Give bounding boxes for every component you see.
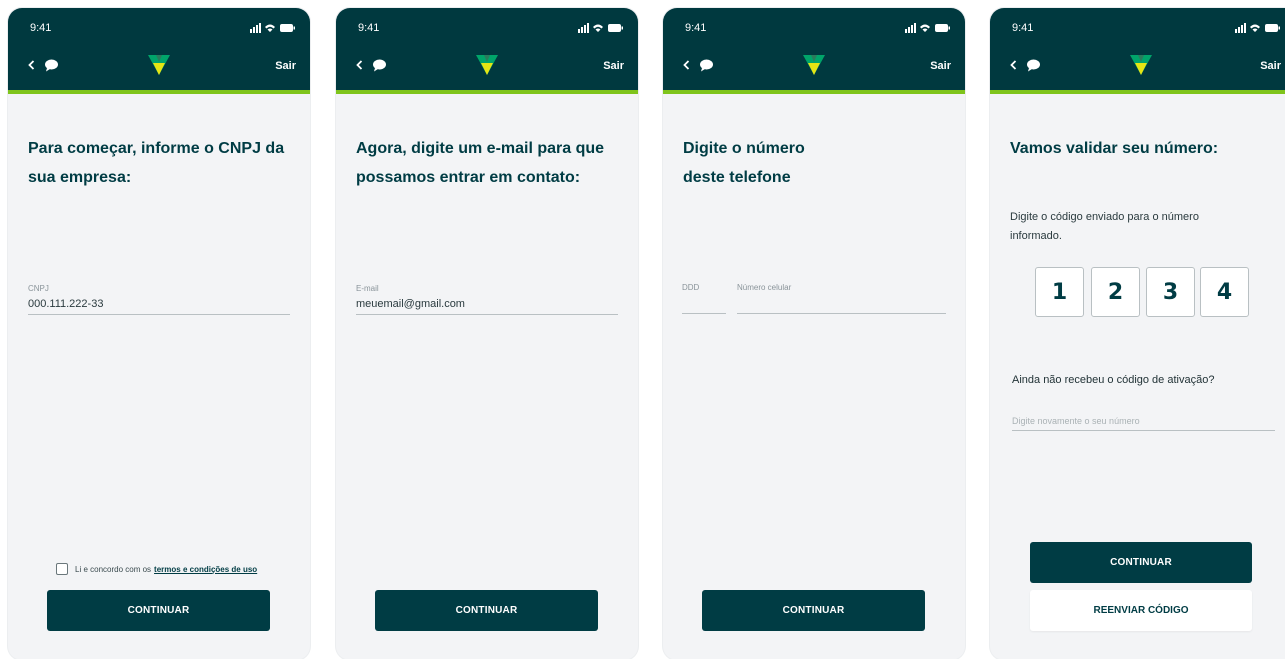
app-header: 9:41 Sair	[8, 8, 310, 90]
continue-button[interactable]: CONTINUAR	[47, 590, 270, 631]
resend-code-button[interactable]: REENVIAR CÓDIGO	[1030, 590, 1252, 631]
screen-cnpj: 9:41 Sair Para começar, informe o CNPJ d…	[8, 8, 310, 659]
continue-button[interactable]: CONTINUAR	[375, 590, 598, 631]
page-title-line2: deste telefone	[683, 169, 791, 186]
terms-text: Li e concordo com os	[75, 564, 152, 574]
logo-icon	[803, 55, 825, 75]
terms-checkbox[interactable]	[56, 563, 68, 575]
chat-bubble-icon[interactable]	[699, 59, 714, 72]
ddd-label: DDD	[682, 283, 700, 292]
status-time: 9:41	[1012, 22, 1034, 34]
screen-phone: 9:41 Sair Digite o número deste telefone…	[663, 8, 965, 659]
email-label: E-mail	[356, 284, 379, 293]
ddd-input[interactable]	[682, 313, 726, 314]
screen-validation: 9:41 Sair Vamos validar seu número: Digi…	[990, 8, 1285, 659]
cnpj-underline	[28, 314, 290, 315]
email-input[interactable]: meuemail@gmail.com	[356, 298, 465, 310]
terms-agreement: Li e concordo com os termos e condições …	[56, 563, 257, 575]
page-title: Digite o número deste telefone	[683, 134, 945, 192]
status-time: 9:41	[685, 22, 707, 34]
code-digit-box[interactable]: 3	[1146, 267, 1195, 317]
cnpj-input[interactable]: 000.111.222-33	[28, 298, 103, 310]
header-accent-bar	[990, 90, 1285, 94]
back-chevron-icon[interactable]	[1007, 58, 1021, 72]
app-header: 9:41 Sair	[663, 8, 965, 90]
status-icons	[1235, 23, 1280, 33]
resend-number-input[interactable]: Digite novamente o seu número	[1012, 416, 1140, 426]
terms-link[interactable]: termos e condições de uso	[154, 565, 257, 574]
logo-icon	[1130, 55, 1152, 75]
continue-button[interactable]: CONTINUAR	[702, 590, 925, 631]
page-title-line1: Digite o número	[683, 140, 805, 157]
resend-number-underline	[1012, 430, 1275, 431]
exit-button[interactable]: Sair	[275, 60, 296, 72]
status-time: 9:41	[358, 22, 380, 34]
status-time: 9:41	[30, 22, 52, 34]
code-instructions: Digite o código enviado para o número in…	[1010, 211, 1199, 242]
onboarding-screens: 9:41 Sair Para começar, informe o CNPJ d…	[0, 0, 1285, 659]
back-chevron-icon[interactable]	[353, 58, 367, 72]
chat-bubble-icon[interactable]	[372, 59, 387, 72]
logo-icon	[148, 55, 170, 75]
exit-button[interactable]: Sair	[930, 60, 951, 72]
status-icons	[905, 23, 950, 33]
header-accent-bar	[336, 90, 638, 94]
screen-email: 9:41 Sair Agora, digite um e-mail para q…	[336, 8, 638, 659]
app-header: 9:41 Sair	[336, 8, 638, 90]
email-underline	[356, 314, 618, 315]
status-icons	[578, 23, 623, 33]
page-title: Vamos validar seu número:	[1010, 140, 1219, 157]
code-digit-box[interactable]: 4	[1200, 267, 1249, 317]
header-accent-bar	[8, 90, 310, 94]
cnpj-label: CNPJ	[28, 284, 49, 293]
page-title: Agora, digite um e-mail para que possamo…	[356, 140, 605, 186]
phone-number-input[interactable]	[737, 313, 946, 314]
logo-icon	[476, 55, 498, 75]
exit-button[interactable]: Sair	[603, 60, 624, 72]
app-header: 9:41 Sair	[990, 8, 1285, 90]
exit-button[interactable]: Sair	[1260, 60, 1281, 72]
phone-number-label: Número celular	[737, 283, 792, 292]
code-digit-box[interactable]: 2	[1091, 267, 1140, 317]
chat-bubble-icon[interactable]	[44, 59, 59, 72]
back-chevron-icon[interactable]	[25, 58, 39, 72]
status-icons	[250, 23, 295, 33]
continue-button[interactable]: CONTINUAR	[1030, 542, 1252, 583]
chat-bubble-icon[interactable]	[1026, 59, 1041, 72]
page-title: Para começar, informe o CNPJ da sua empr…	[28, 140, 285, 186]
back-chevron-icon[interactable]	[680, 58, 694, 72]
resend-question: Ainda não recebeu o código de ativação?	[1012, 374, 1215, 386]
header-accent-bar	[663, 90, 965, 94]
code-digit-box[interactable]: 1	[1035, 267, 1084, 317]
